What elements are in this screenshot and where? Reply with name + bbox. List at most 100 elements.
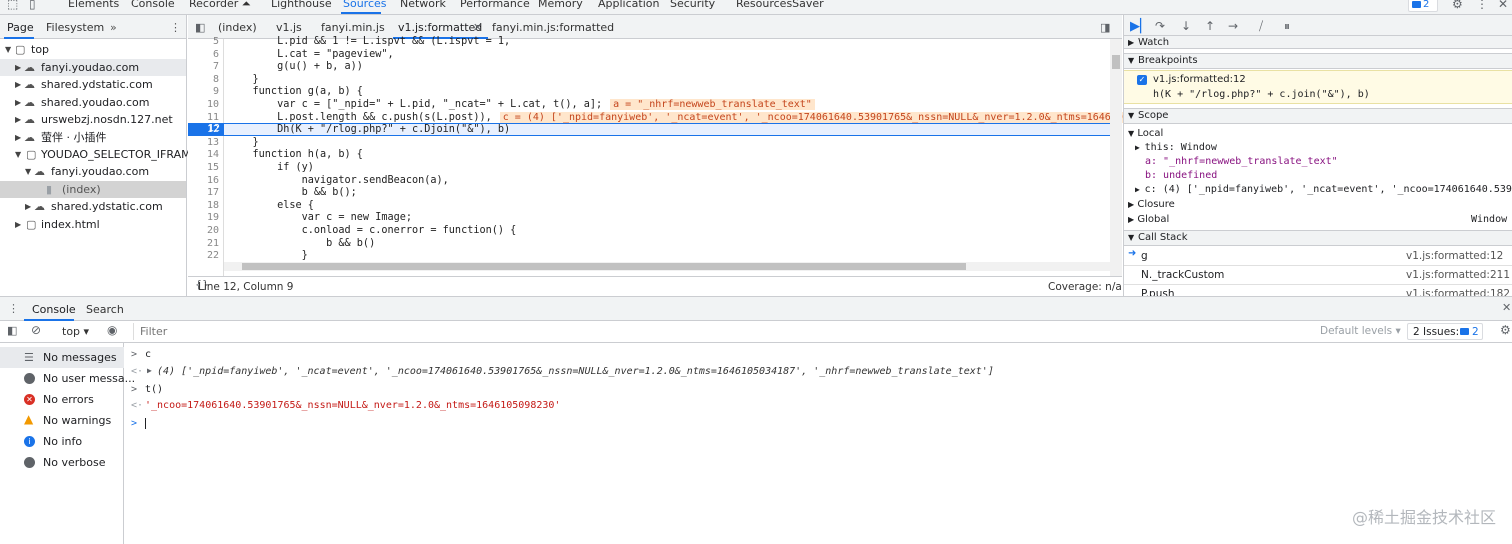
- line-number[interactable]: 13: [207, 137, 219, 148]
- tab-page[interactable]: Page: [7, 21, 34, 34]
- console-log[interactable]: > c <· ▶ (4) ['_npid=fanyiweb', '_ncat=e…: [125, 343, 1512, 544]
- more-options-icon[interactable]: ⋮: [170, 21, 181, 34]
- line-number[interactable]: 8: [213, 74, 219, 85]
- tab-application[interactable]: Application: [598, 0, 659, 10]
- filter-input[interactable]: [133, 323, 1313, 340]
- console-cursor[interactable]: [145, 418, 146, 429]
- watch-section-header[interactable]: ▶ Watch: [1124, 35, 1512, 49]
- sidebar-item-verbose[interactable]: No verbose: [0, 452, 124, 473]
- tree-item-shared-youdao[interactable]: ▶ ☁ shared.youdao.com: [0, 94, 186, 111]
- sidebar-item-info[interactable]: i No info: [0, 431, 124, 452]
- settings-gear-icon[interactable]: ⚙: [1452, 0, 1463, 11]
- tree-item-iframe-fanyi[interactable]: ▼ ☁ fanyi.youdao.com: [0, 163, 186, 180]
- line-number[interactable]: 16: [207, 175, 219, 186]
- step-over-icon[interactable]: ↷: [1155, 19, 1165, 33]
- pause-on-exceptions-icon[interactable]: ⏸: [1284, 19, 1290, 34]
- tab-sources[interactable]: Sources: [343, 0, 387, 10]
- more-options-icon[interactable]: ⋮: [1476, 0, 1488, 11]
- scope-var-this[interactable]: ▶ this: Window: [1135, 142, 1217, 153]
- line-number[interactable]: 18: [207, 200, 219, 211]
- tab-fanyi-min[interactable]: fanyi.min.js: [321, 21, 385, 34]
- line-number[interactable]: 7: [213, 61, 219, 72]
- line-number[interactable]: 12: [207, 124, 219, 135]
- line-number[interactable]: 6: [213, 49, 219, 60]
- scope-var-b[interactable]: b: undefined: [1145, 170, 1217, 181]
- sidebar-item-errors[interactable]: ✕ No errors: [0, 389, 124, 410]
- tab-memory[interactable]: Memory: [538, 0, 583, 10]
- line-number[interactable]: 10: [207, 99, 219, 110]
- log-levels-dropdown[interactable]: Default levels ▾: [1320, 325, 1401, 337]
- tab-resourcessaver[interactable]: ResourcesSaver: [736, 0, 824, 10]
- tab-performance[interactable]: Performance: [460, 0, 530, 10]
- sidebar-item-warnings[interactable]: ▲ No warnings: [0, 410, 124, 431]
- scope-section-header[interactable]: ▼ Scope: [1124, 108, 1512, 124]
- tab-elements[interactable]: Elements: [68, 0, 119, 10]
- scope-closure[interactable]: ▶ Closure: [1128, 199, 1175, 210]
- close-icon[interactable]: ✕: [1498, 0, 1508, 11]
- line-number[interactable]: 17: [207, 187, 219, 198]
- line-number[interactable]: 22: [207, 250, 219, 261]
- line-number[interactable]: 15: [207, 162, 219, 173]
- tree-item-top[interactable]: ▼ ▢ top: [0, 41, 186, 58]
- tab-index[interactable]: (index): [218, 21, 257, 34]
- tab-fanyi-min-formatted[interactable]: fanyi.min.js:formatted: [492, 21, 614, 34]
- tab-network[interactable]: Network: [400, 0, 446, 10]
- clear-console-icon[interactable]: ⊘: [31, 323, 41, 337]
- tree-item-fanyi[interactable]: ▶ ☁ fanyi.youdao.com: [0, 59, 186, 76]
- console-settings-gear-icon[interactable]: ⚙: [1500, 323, 1511, 337]
- call-frame-push[interactable]: P.push v1.js:formatted:182: [1124, 285, 1512, 296]
- inspect-element-icon[interactable]: ⬚: [7, 0, 18, 11]
- close-drawer-icon[interactable]: ✕: [1502, 301, 1511, 314]
- vertical-scrollbar[interactable]: [1110, 39, 1122, 276]
- scope-local[interactable]: ▼ Local: [1128, 128, 1163, 139]
- step-out-icon[interactable]: ↑: [1205, 19, 1215, 33]
- tab-recorder[interactable]: Recorder ⏶: [189, 0, 251, 11]
- log-output-array[interactable]: (4) ['_npid=fanyiweb', '_ncat=event', '_…: [157, 366, 994, 377]
- call-stack-section-header[interactable]: ▼ Call Stack: [1124, 230, 1512, 246]
- horizontal-scrollbar[interactable]: [224, 262, 1110, 271]
- scope-var-c[interactable]: ▶ c: (4) ['_npid=fanyiweb', '_ncat=event…: [1135, 184, 1512, 195]
- resume-icon[interactable]: ▶▏: [1130, 19, 1150, 34]
- tree-item-index-selected[interactable]: ▮ (index): [0, 181, 186, 198]
- more-tabs-icon[interactable]: »: [110, 21, 117, 34]
- context-selector[interactable]: top ▾: [62, 325, 89, 338]
- tab-console[interactable]: Console: [32, 303, 76, 316]
- call-frame-trackcustom[interactable]: N._trackCustom v1.js:formatted:211: [1124, 266, 1512, 285]
- line-number[interactable]: 19: [207, 212, 219, 223]
- scope-var-a[interactable]: a: "_nhrf=newweb_translate_text": [1145, 156, 1338, 167]
- drawer-menu-icon[interactable]: ⋮: [8, 302, 19, 315]
- toggle-sidebar-icon[interactable]: ◧: [7, 324, 17, 337]
- close-tab-icon[interactable]: ✕: [473, 21, 482, 34]
- breakpoint-checkbox[interactable]: ✓: [1137, 75, 1147, 85]
- tree-item-urswebzj[interactable]: ▶ ☁ urswebzj.nosdn.127.net: [0, 111, 186, 128]
- tree-item-shared-ydstatic[interactable]: ▶ ☁ shared.ydstatic.com: [0, 76, 186, 93]
- live-expression-eye-icon[interactable]: ◉: [107, 323, 117, 337]
- line-number[interactable]: 21: [207, 238, 219, 249]
- toggle-debugger-icon[interactable]: ◨: [1100, 21, 1110, 34]
- device-toolbar-icon[interactable]: ▯: [29, 0, 36, 11]
- line-number[interactable]: 14: [207, 149, 219, 160]
- tab-v1js[interactable]: v1.js: [276, 21, 302, 34]
- scroll-thumb[interactable]: [1112, 55, 1120, 69]
- tab-security[interactable]: Security: [670, 0, 715, 10]
- tab-filesystem[interactable]: Filesystem: [46, 21, 104, 34]
- line-number[interactable]: 11: [207, 112, 219, 123]
- deactivate-breakpoints-icon[interactable]: ⧸: [1259, 19, 1263, 34]
- call-frame-g[interactable]: ➜ g v1.js:formatted:12: [1124, 247, 1512, 266]
- expand-arrow-icon[interactable]: ▶: [147, 366, 152, 375]
- tree-item-iframe[interactable]: ▼ ▢ YOUDAO_SELECTOR_IFRAME (fa: [0, 146, 216, 163]
- tree-item-extension[interactable]: ▶ ☁ 萤伴 · 小插件: [0, 129, 186, 146]
- sidebar-item-messages[interactable]: ☰ No messages: [0, 347, 124, 368]
- step-icon[interactable]: →: [1228, 19, 1238, 33]
- issues-button[interactable]: 2 Issues: 2: [1407, 323, 1483, 340]
- tree-item-iframe-shared[interactable]: ▶ ☁ shared.ydstatic.com: [0, 198, 186, 215]
- toggle-navigator-icon[interactable]: ◧: [195, 21, 205, 34]
- line-number[interactable]: 20: [207, 225, 219, 236]
- tab-v1js-formatted[interactable]: v1.js:formatted: [398, 21, 482, 34]
- breakpoints-section-header[interactable]: ▼ Breakpoints: [1124, 53, 1512, 69]
- tab-console[interactable]: Console: [131, 0, 175, 10]
- tree-item-index-html[interactable]: ▶ ▢ index.html: [0, 216, 186, 233]
- breakpoint-item[interactable]: ✓ v1.js:formatted:12 h(K + "/rlog.php?" …: [1124, 70, 1512, 104]
- sidebar-item-user-messages[interactable]: No user messa...: [0, 368, 135, 389]
- step-into-icon[interactable]: ↓: [1181, 19, 1191, 33]
